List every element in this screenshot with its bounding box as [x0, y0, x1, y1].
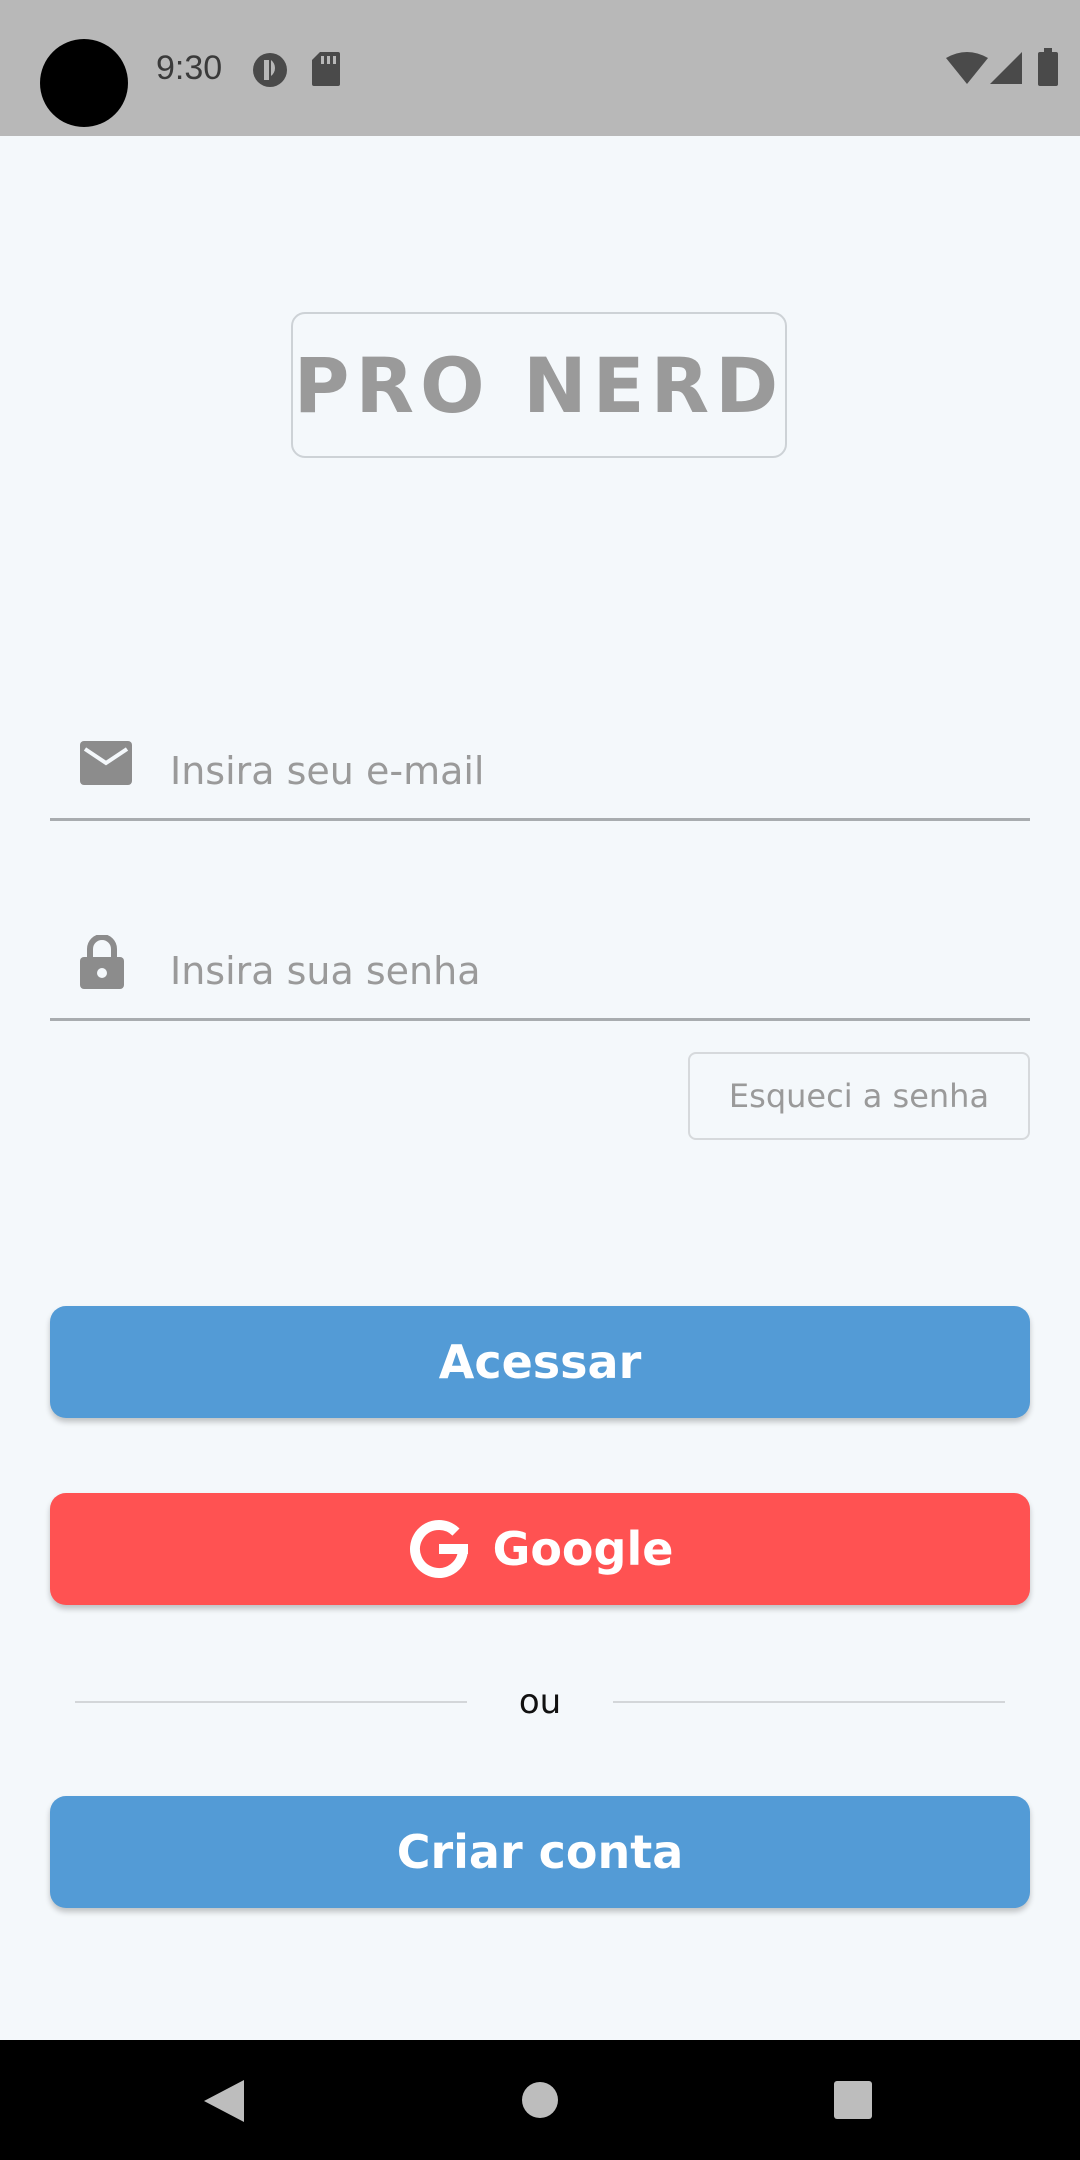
status-time: 9:30 [156, 49, 223, 87]
forgot-password-button[interactable]: Esqueci a senha [688, 1052, 1030, 1140]
home-icon[interactable] [522, 2082, 558, 2118]
status-bar: 9:30 [0, 0, 1080, 136]
back-icon[interactable] [204, 2080, 244, 2122]
google-login-button[interactable]: Google [50, 1493, 1030, 1605]
app-logo: PRO NERD [291, 312, 787, 458]
password-input[interactable] [170, 933, 1010, 1009]
create-account-button[interactable]: Criar conta [50, 1796, 1030, 1908]
sync-icon [253, 53, 287, 87]
email-field[interactable] [50, 725, 1030, 821]
google-button-label: Google [492, 1522, 674, 1576]
camera-cutout [40, 39, 128, 127]
logo-text: PRO NERD [293, 340, 785, 430]
mail-icon [80, 741, 132, 785]
divider-line-left [75, 1701, 467, 1703]
login-button[interactable]: Acessar [50, 1306, 1030, 1418]
wifi-icon [946, 52, 988, 84]
divider-text: ou [518, 1682, 562, 1722]
sd-card-icon [312, 52, 340, 86]
divider-line-right [613, 1701, 1005, 1703]
email-input[interactable] [170, 733, 1010, 809]
recents-icon[interactable] [834, 2081, 872, 2119]
lock-icon [80, 935, 124, 989]
login-button-label: Acessar [438, 1335, 642, 1389]
password-field[interactable] [50, 925, 1030, 1021]
navigation-bar [0, 2040, 1080, 2160]
battery-icon [1038, 48, 1058, 86]
google-icon [409, 1520, 468, 1578]
create-account-button-label: Criar conta [396, 1825, 684, 1879]
cellular-signal-icon [990, 52, 1022, 84]
